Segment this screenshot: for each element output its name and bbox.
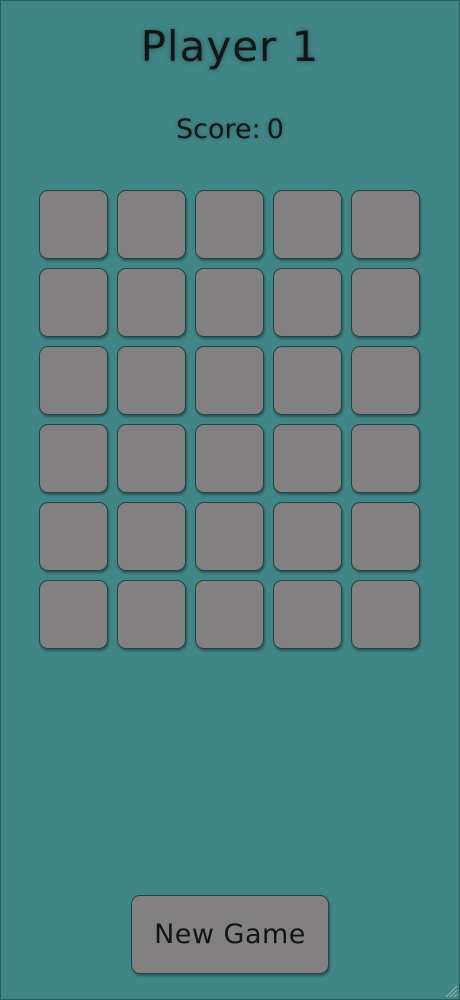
card-tile[interactable] — [273, 424, 342, 493]
card-tile[interactable] — [195, 502, 264, 571]
card-tile[interactable] — [117, 580, 186, 649]
new-game-button[interactable]: New Game — [131, 895, 329, 974]
card-tile[interactable] — [39, 190, 108, 259]
card-tile[interactable] — [117, 502, 186, 571]
player-title: Player 1 — [140, 22, 320, 71]
card-tile[interactable] — [273, 346, 342, 415]
card-tile[interactable] — [273, 268, 342, 337]
card-tile[interactable] — [351, 502, 420, 571]
card-tile[interactable] — [273, 580, 342, 649]
card-tile[interactable] — [351, 190, 420, 259]
card-tile[interactable] — [117, 424, 186, 493]
card-tile[interactable] — [273, 502, 342, 571]
card-tile[interactable] — [195, 346, 264, 415]
score-display: Score: 0 — [0, 114, 460, 145]
card-tile[interactable] — [39, 580, 108, 649]
card-tile[interactable] — [273, 190, 342, 259]
card-tile[interactable] — [351, 346, 420, 415]
score-value: 0 — [266, 114, 284, 145]
card-tile[interactable] — [351, 424, 420, 493]
card-tile[interactable] — [117, 268, 186, 337]
score-label: Score: — [176, 114, 261, 145]
card-tile[interactable] — [39, 424, 108, 493]
card-tile[interactable] — [195, 190, 264, 259]
card-tile[interactable] — [351, 580, 420, 649]
card-tile[interactable] — [39, 502, 108, 571]
game-board — [39, 190, 421, 649]
card-tile[interactable] — [195, 580, 264, 649]
card-tile[interactable] — [117, 346, 186, 415]
card-tile[interactable] — [117, 190, 186, 259]
card-tile[interactable] — [39, 268, 108, 337]
card-tile[interactable] — [195, 424, 264, 493]
card-tile[interactable] — [351, 268, 420, 337]
resize-grip-icon[interactable] — [444, 984, 458, 998]
card-tile[interactable] — [195, 268, 264, 337]
card-tile[interactable] — [39, 346, 108, 415]
